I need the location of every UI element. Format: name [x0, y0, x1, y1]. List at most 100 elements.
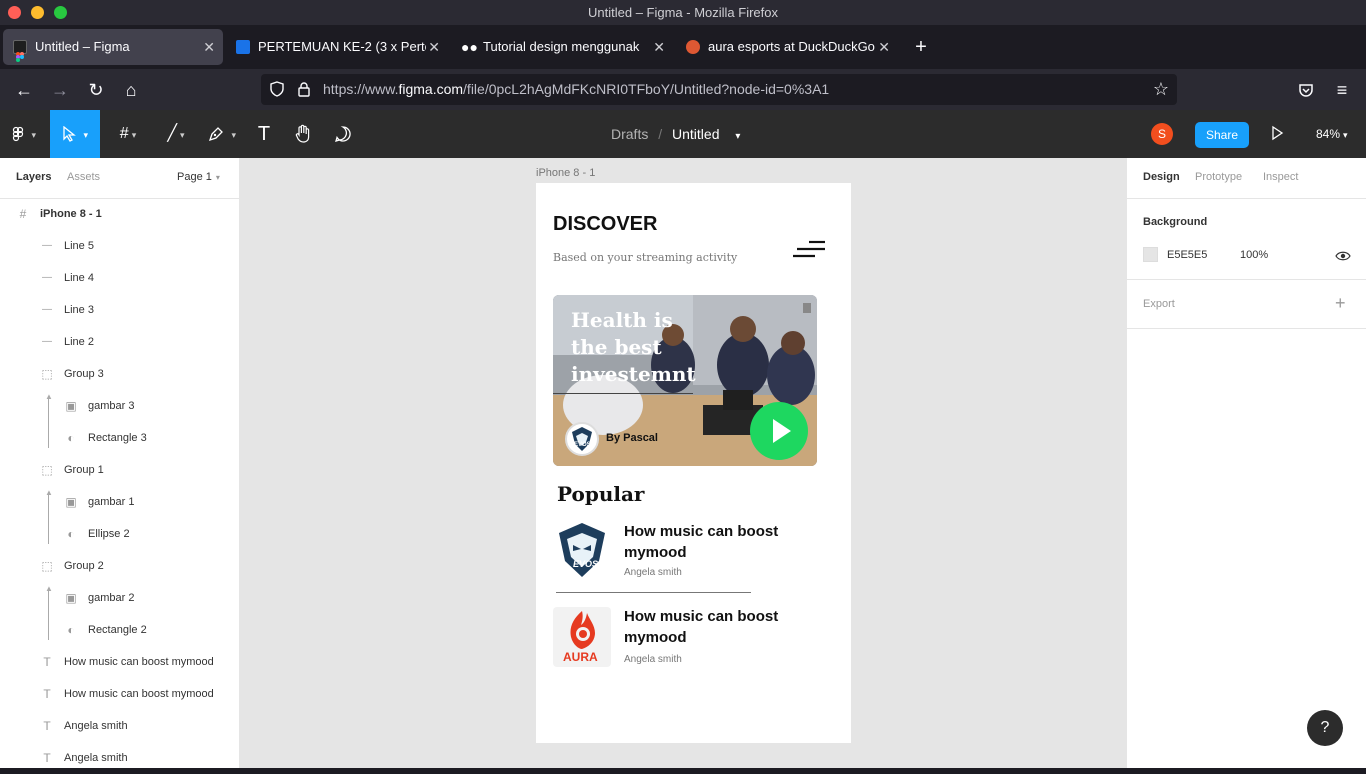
- tab-inspect[interactable]: Inspect: [1263, 171, 1298, 183]
- home-icon[interactable]: ⌂: [118, 77, 144, 103]
- layer-row[interactable]: ▣ ▲ gambar 1: [0, 486, 239, 544]
- tab-prototype[interactable]: Prototype: [1195, 171, 1242, 183]
- hero-card[interactable]: Health is the best investemnt EVOS By Pa…: [553, 295, 817, 466]
- comment-tool-icon[interactable]: [328, 110, 358, 158]
- layer-row[interactable]: ◐ Ellipse 2: [0, 518, 239, 550]
- tab-duckduckgo[interactable]: aura esports at DuckDuckGo ✕: [676, 29, 898, 65]
- evos-logo: EVOS: [553, 521, 611, 579]
- layer-row[interactable]: ⬚ Group 1: [0, 454, 239, 486]
- layer-row[interactable]: ⬚ Group 3: [0, 358, 239, 390]
- background-section-title: Background: [1143, 216, 1208, 228]
- item-title: How music can boost mymood: [624, 523, 779, 561]
- zoom-dropdown[interactable]: 84% ▾: [1316, 110, 1348, 158]
- layer-label: How music can boost mymood: [64, 688, 214, 700]
- maximize-window-icon[interactable]: [54, 6, 67, 19]
- layer-row[interactable]: ▣ ▲ gambar 3: [0, 390, 239, 448]
- close-tab-icon[interactable]: ✕: [878, 29, 890, 65]
- frame-label[interactable]: iPhone 8 - 1: [536, 167, 595, 179]
- layer-label: Rectangle 2: [88, 624, 147, 636]
- layer-row[interactable]: — Line 2: [0, 326, 239, 358]
- new-tab-button[interactable]: +: [908, 29, 934, 65]
- background-color-swatch[interactable]: [1143, 247, 1158, 262]
- close-tab-icon[interactable]: ✕: [203, 29, 215, 65]
- layer-row[interactable]: ⬚ Group 2: [0, 550, 239, 582]
- eye-icon[interactable]: [1335, 249, 1351, 261]
- line-icon: —: [42, 304, 52, 315]
- tab-pertemuan[interactable]: PERTEMUAN KE-2 (3 x Perte ✕: [226, 29, 448, 65]
- play-button[interactable]: [750, 402, 808, 460]
- text-icon: T: [43, 655, 51, 669]
- chevron-down-icon[interactable]: ▾: [735, 131, 740, 142]
- layer-row[interactable]: ◐ Rectangle 2: [0, 614, 239, 646]
- layer-label: Line 5: [64, 240, 94, 252]
- present-play-icon[interactable]: [1270, 125, 1286, 143]
- popular-title: Popular: [557, 482, 645, 506]
- text-icon: T: [43, 719, 51, 733]
- url-text: https://www.figma.com/file/0pcL2hAgMdFKc…: [323, 81, 830, 97]
- bookmark-star-icon[interactable]: ☆: [1151, 79, 1171, 99]
- iphone-frame[interactable]: DISCOVER Based on your streaming activit…: [536, 183, 851, 743]
- layer-row[interactable]: ◐ Rectangle 3: [0, 422, 239, 454]
- layer-row[interactable]: T How music can boost mymood: [0, 646, 239, 678]
- layer-row[interactable]: — Line 5: [0, 230, 239, 262]
- hand-tool-icon[interactable]: [288, 110, 318, 158]
- text-icon: T: [43, 687, 51, 701]
- file-name[interactable]: Untitled: [672, 126, 719, 142]
- figma-menu-button[interactable]: ▾: [4, 110, 44, 158]
- help-button[interactable]: ?: [1307, 710, 1343, 746]
- list-item[interactable]: AURA How music can boost mymood Angela s…: [553, 606, 813, 668]
- frame-tool-button[interactable]: # ▾: [108, 110, 148, 158]
- canvas[interactable]: iPhone 8 - 1 DISCOVER Based on your stre…: [240, 158, 1126, 768]
- layer-row[interactable]: ▣ ▲ gambar 2: [0, 582, 239, 640]
- move-tool-button[interactable]: ▾: [50, 110, 100, 158]
- layer-row[interactable]: T How music can boost mymood: [0, 678, 239, 710]
- layer-row[interactable]: T Angela smith: [0, 710, 239, 742]
- tab-layers[interactable]: Layers: [16, 171, 51, 183]
- image-icon: ▣: [65, 591, 77, 605]
- tab-assets[interactable]: Assets: [67, 171, 100, 183]
- tab-design[interactable]: Design: [1143, 171, 1180, 183]
- shield-icon[interactable]: [269, 81, 285, 97]
- layer-row[interactable]: T Angela smith: [0, 742, 239, 774]
- export-section-title: Export: [1143, 298, 1175, 310]
- evos-logo-text: EVOS: [574, 442, 591, 448]
- minimize-window-icon[interactable]: [31, 6, 44, 19]
- zoom-level: 84%: [1316, 127, 1341, 141]
- forward-icon[interactable]: →: [47, 77, 73, 103]
- layer-row[interactable]: # iPhone 8 - 1: [0, 198, 239, 230]
- reload-icon[interactable]: ↻: [83, 77, 109, 103]
- add-export-icon[interactable]: +: [1335, 293, 1346, 314]
- text-tool-icon[interactable]: T: [250, 110, 278, 158]
- line-tool-button[interactable]: ╱ ▾: [156, 110, 196, 158]
- lock-icon[interactable]: [297, 81, 311, 97]
- frame-hash-icon: #: [119, 125, 129, 142]
- close-tab-icon[interactable]: ✕: [428, 29, 440, 65]
- list-item[interactable]: EVOS How music can boost mymood Angela s…: [553, 519, 813, 579]
- cursor-arrow-icon: [62, 125, 80, 142]
- breadcrumb-drafts[interactable]: Drafts: [611, 126, 648, 142]
- layer-label: Group 2: [64, 560, 104, 572]
- url-bar[interactable]: https://www.figma.com/file/0pcL2hAgMdFKc…: [261, 74, 1177, 105]
- avatar[interactable]: S: [1151, 123, 1173, 145]
- layer-row[interactable]: — Line 3: [0, 294, 239, 326]
- close-tab-icon[interactable]: ✕: [653, 29, 665, 65]
- menu-icon[interactable]: ≡: [1329, 77, 1355, 103]
- back-icon[interactable]: ←: [11, 77, 37, 103]
- background-hex-input[interactable]: E5E5E5: [1167, 249, 1207, 261]
- pocket-icon[interactable]: [1293, 77, 1319, 103]
- share-button[interactable]: Share: [1195, 122, 1249, 148]
- tab-tutorial[interactable]: ●● Tutorial design menggunak ✕: [451, 29, 673, 65]
- page-selector[interactable]: Page 1 ▾: [177, 171, 220, 183]
- mask-icon: ◐: [67, 527, 75, 541]
- divider: [1127, 198, 1366, 199]
- window-title: Untitled – Figma - Mozilla Firefox: [588, 5, 778, 20]
- layer-row[interactable]: — Line 4: [0, 262, 239, 294]
- layer-label: Rectangle 3: [88, 432, 147, 444]
- filter-menu-icon[interactable]: [791, 240, 827, 258]
- window-titlebar: Untitled – Figma - Mozilla Firefox: [0, 0, 1366, 25]
- pen-tool-button[interactable]: ▾: [200, 110, 244, 158]
- background-opacity-input[interactable]: 100%: [1240, 249, 1268, 261]
- divider: [1127, 279, 1366, 280]
- tab-figma[interactable]: Untitled – Figma ✕: [3, 29, 223, 65]
- close-window-icon[interactable]: [8, 6, 21, 19]
